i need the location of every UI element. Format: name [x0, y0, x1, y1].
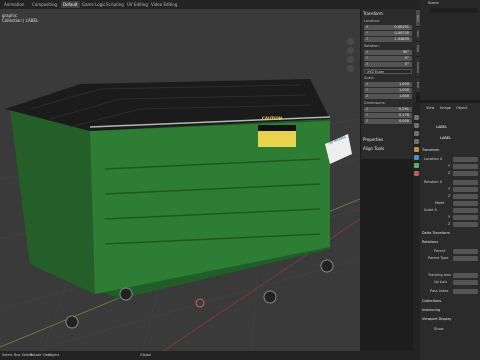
orientation-select[interactable]: Global [140, 353, 151, 358]
location-x-field[interactable]: X 0.00191 [364, 25, 412, 30]
camera-view-icon[interactable] [347, 56, 354, 63]
data-tab-icon[interactable] [414, 163, 419, 168]
props-scale-y[interactable] [453, 215, 478, 220]
properties-tabs [413, 103, 420, 360]
zoom-gizmo-icon[interactable] [347, 38, 354, 45]
data-name-field[interactable]: LABEL [440, 136, 451, 141]
props-header-image[interactable]: Image [440, 106, 451, 111]
parent-field[interactable] [453, 249, 478, 254]
viewport-info-line2: Collection | LABEL [2, 18, 39, 23]
perspective-toggle-icon[interactable] [347, 65, 354, 72]
viewport-info: graphic Collection | LABEL [2, 13, 38, 23]
props-scale-z[interactable] [453, 222, 478, 227]
location-x-label: Location X [424, 157, 443, 161]
up-axis-label: Up Axis [434, 280, 448, 284]
tab-default[interactable]: Default [61, 1, 80, 8]
parent-type-label: Parent Type [428, 256, 449, 260]
rotation-z-label: Z [448, 194, 451, 198]
scale-z-label: Z [448, 222, 451, 226]
select-button[interactable]: Select [2, 353, 13, 358]
rotation-label: Rotation: [364, 44, 380, 48]
mode-label: Mode [435, 201, 445, 205]
parent-label: Parent [434, 249, 446, 253]
scene-selector[interactable]: Scene [428, 1, 439, 5]
props-header-object[interactable]: Object [456, 106, 467, 111]
material-tab-icon[interactable] [414, 171, 419, 176]
dumpster-side [10, 109, 95, 294]
location-label: Location: [364, 19, 380, 23]
transform-header[interactable]: Transform [363, 11, 383, 16]
rotation-y-label: Y [448, 187, 451, 191]
tab-uv-editing[interactable]: UV Editing [125, 1, 150, 8]
props-rotation-y[interactable] [453, 187, 478, 192]
relations-section[interactable]: Relations [422, 240, 438, 245]
tab-animation[interactable]: Animation [2, 1, 26, 8]
output-tab-icon[interactable] [414, 131, 419, 136]
tracking-axis-label: Tracking Axis [428, 273, 451, 277]
props-rotation-mode[interactable] [453, 201, 478, 206]
pass-index-label: Pass Index [430, 289, 449, 293]
caution-text: KEEP HANDS CLEAR [260, 126, 286, 129]
scale-x-label: Scale X [424, 208, 437, 212]
props-location-y[interactable] [453, 164, 478, 169]
modifier-tab-icon[interactable] [414, 155, 419, 160]
tool-tab-icon[interactable] [414, 115, 419, 120]
transform-section[interactable]: Transform [422, 148, 439, 153]
scale-y-field[interactable]: Y 1.000 [364, 88, 412, 93]
dimensions-y-field[interactable]: Y 0.178 [364, 113, 412, 118]
tracking-axis-field[interactable] [453, 273, 478, 278]
rotation-y-field[interactable]: Y 0° [364, 56, 412, 61]
scale-z-field[interactable]: Z 1.000 [364, 94, 412, 99]
rotation-z-field[interactable]: Z 0° [364, 62, 412, 67]
render-tab-icon[interactable] [414, 123, 419, 128]
parent-type-field[interactable] [453, 256, 478, 261]
3d-viewport[interactable]: graphic Collection | LABEL CAUTION KEEP … [0, 9, 360, 360]
pass-index-field[interactable] [453, 289, 478, 294]
show-label: Show [434, 327, 444, 331]
viewport-display-section[interactable]: Viewport Display [422, 317, 452, 322]
location-z-field[interactable]: Z 1.54835 [364, 37, 412, 42]
viewport-bottom-bar: Select Box Select Rotate View Object Glo… [0, 351, 420, 360]
object-name-field[interactable]: LABEL [436, 125, 447, 130]
location-y-field[interactable]: Y 0.00735 [364, 31, 412, 36]
location-z-label: Z [448, 171, 451, 175]
tab-scripting[interactable]: Scripting [104, 1, 126, 8]
dimensions-label: Dimensions: [364, 101, 386, 105]
object-tab-icon[interactable] [414, 147, 419, 152]
props-location-z[interactable] [453, 171, 478, 176]
props-location-x[interactable] [453, 157, 478, 162]
properties-header[interactable]: Properties [363, 137, 383, 142]
props-rotation-z[interactable] [453, 194, 478, 199]
props-header-view[interactable]: View [426, 106, 434, 111]
location-y-label: Y [448, 164, 451, 168]
sidebar-n-panel: Transform Location: X 0.00191 Y 0.00735 Z1… [360, 9, 416, 159]
scene-tab-icon[interactable] [414, 139, 419, 144]
props-scale-x[interactable] [453, 208, 478, 213]
up-axis-field[interactable] [453, 280, 478, 285]
props-rotation-x[interactable] [453, 180, 478, 185]
tab-video-editing[interactable]: Video Editing [149, 1, 179, 8]
outliner-search-input[interactable] [430, 8, 478, 13]
scale-label: Scale: [364, 76, 375, 80]
instancing-section[interactable]: Instancing [422, 308, 440, 313]
scale-x-field[interactable]: X 1.000 [364, 82, 412, 87]
scale-y-label: Y [448, 215, 451, 219]
rotation-mode-select[interactable]: XYZ Euler [364, 69, 412, 74]
dimensions-x-field[interactable]: X 0.291 [364, 107, 412, 112]
dimensions-z-field[interactable]: Z 0.000 [364, 119, 412, 124]
caution-title: CAUTION [262, 116, 283, 121]
align-tools-header[interactable]: Align Tools [363, 146, 384, 151]
rotation-x-label: Rotation X [424, 180, 443, 184]
tab-compositing[interactable]: Compositing [30, 1, 59, 8]
collections-section[interactable]: Collections [422, 299, 441, 304]
object-mode-button[interactable]: Object [48, 353, 59, 358]
scene-render [0, 79, 360, 360]
pan-gizmo-icon[interactable] [347, 47, 354, 54]
rotation-x-field[interactable]: X 90° [364, 50, 412, 55]
delta-transform-section[interactable]: Delta Transform [422, 231, 450, 236]
workspace-tab-bar: Animation Compositing Default Game Logic… [0, 0, 420, 9]
outliner-panel: Scene [420, 0, 480, 100]
